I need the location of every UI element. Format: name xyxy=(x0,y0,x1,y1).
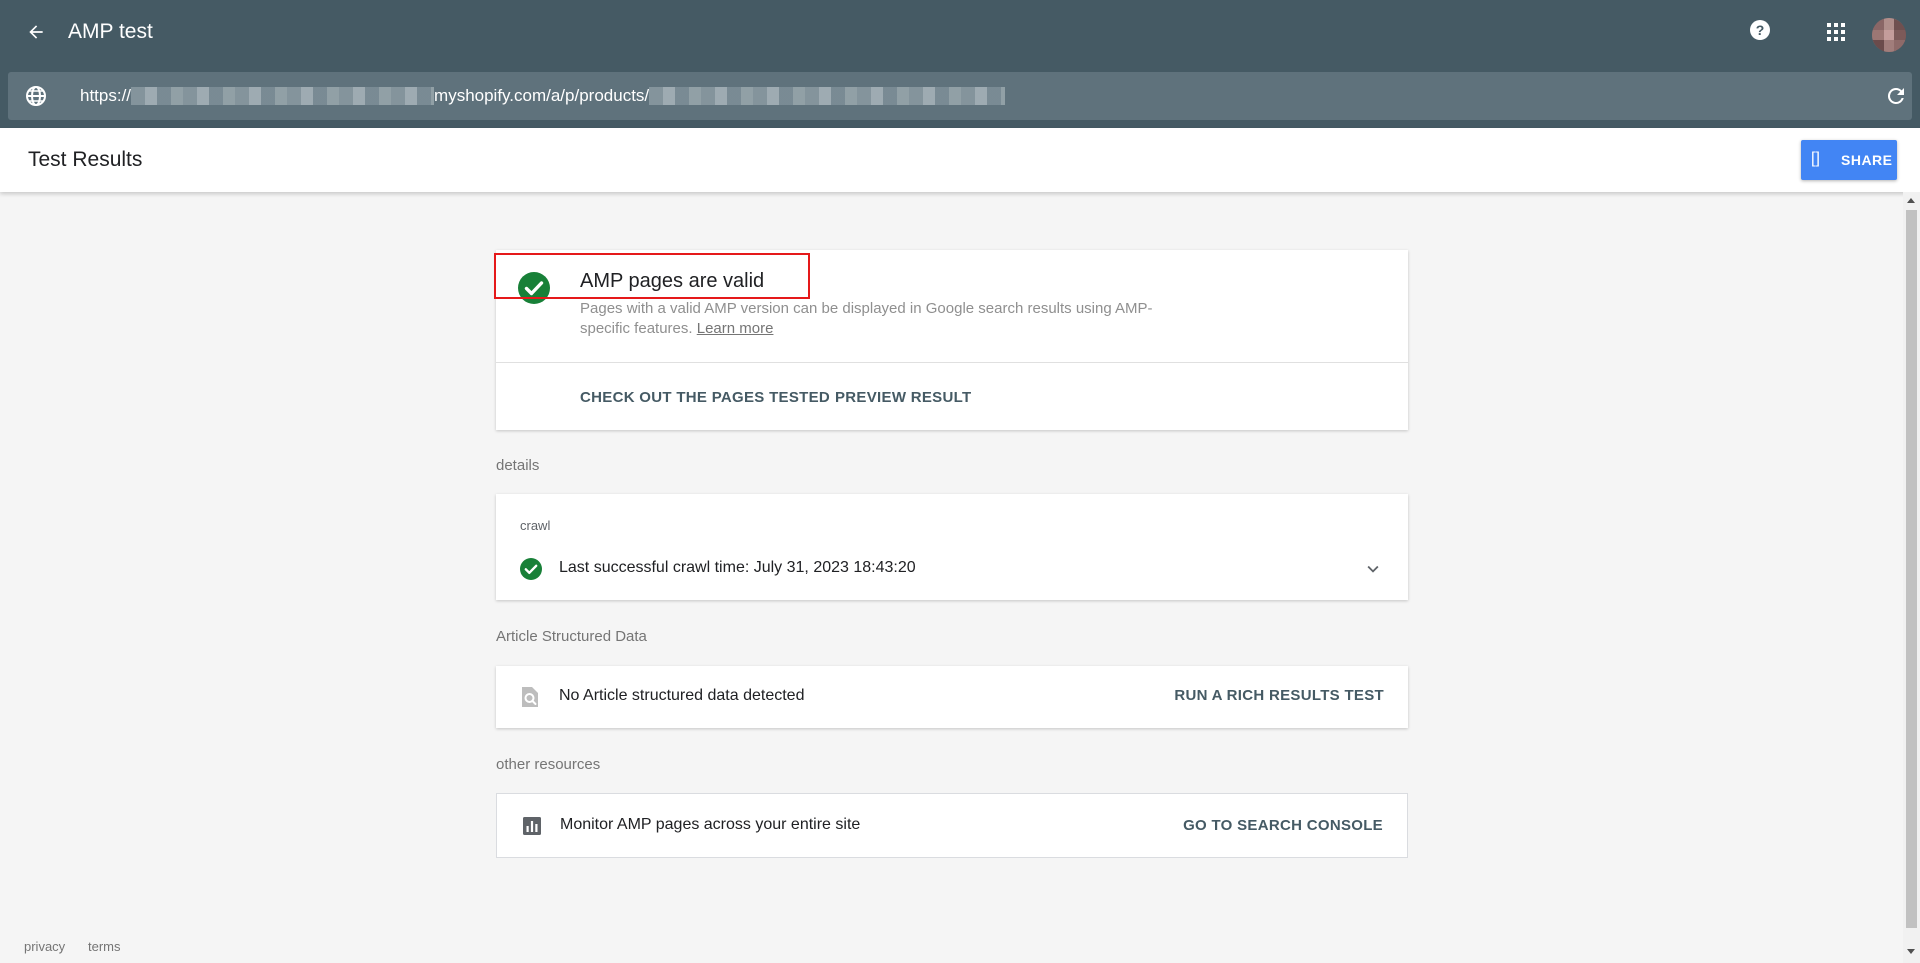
globe-icon xyxy=(26,86,46,106)
privacy-link[interactable]: privacy xyxy=(24,939,65,954)
url-middle: myshopify.com/a/p/products/ xyxy=(434,86,650,105)
verdict-description-text: Pages with a valid AMP version can be di… xyxy=(580,300,1153,337)
redacted-domain xyxy=(131,87,435,105)
scroll-up-arrow[interactable] xyxy=(1907,198,1915,203)
bar-chart-icon xyxy=(523,817,541,835)
resources-card: Monitor AMP pages across your entire sit… xyxy=(496,793,1408,858)
check-circle-icon xyxy=(518,272,550,304)
chevron-down-icon[interactable] xyxy=(1362,558,1384,580)
terms-link[interactable]: terms xyxy=(88,939,121,954)
url-bar[interactable]: https:// myshopify.com/a/p/products/ xyxy=(8,72,1912,120)
refresh-icon xyxy=(1887,87,1904,104)
preview-result-button[interactable]: PREVIEW RESULT xyxy=(835,389,971,406)
svg-text:?: ? xyxy=(1756,22,1765,38)
scroll-thumb[interactable] xyxy=(1906,210,1917,928)
back-button[interactable] xyxy=(20,16,52,48)
other-resources-label: other resources xyxy=(496,756,601,773)
crawl-card[interactable]: crawl Last successful crawl time: July 3… xyxy=(496,494,1408,600)
go-to-search-console-button[interactable]: GO TO SEARCH CONSOLE xyxy=(1183,817,1383,834)
share-button[interactable]: [] SHARE xyxy=(1801,140,1897,180)
url-prefix: https:// xyxy=(80,86,132,105)
article-status-text: No Article structured data detected xyxy=(559,687,805,704)
apps-button[interactable] xyxy=(1822,18,1850,46)
verdict-description: Pages with a valid AMP version can be di… xyxy=(580,299,1180,339)
crawl-time-text: Last successful crawl time: July 31, 202… xyxy=(559,559,916,576)
article-label: Article Structured Data xyxy=(496,628,647,645)
refresh-button[interactable] xyxy=(1884,84,1908,108)
check-pages-tested-button[interactable]: CHECK OUT THE PAGES TESTED xyxy=(580,389,830,406)
article-card: No Article structured data detected RUN … xyxy=(496,666,1408,728)
arrow-back-icon xyxy=(29,25,43,39)
crawl-label: crawl xyxy=(520,518,551,533)
monitor-amp-text: Monitor AMP pages across your entire sit… xyxy=(560,816,861,833)
help-button[interactable]: ? xyxy=(1746,16,1774,44)
app-bar: AMP test ? https:// myshopify.com/a/p/pr… xyxy=(0,0,1920,128)
details-label: details xyxy=(496,457,540,474)
page-title: Test Results xyxy=(28,148,143,171)
verdict-title: AMP pages are valid xyxy=(580,270,765,292)
run-rich-results-test-button[interactable]: RUN A RICH RESULTS TEST xyxy=(1174,687,1384,704)
app-title: AMP test xyxy=(68,20,153,43)
account-avatar[interactable] xyxy=(1872,18,1906,52)
redacted-path xyxy=(649,87,1006,105)
results-header: Test Results [] SHARE xyxy=(0,128,1920,192)
apps-grid-icon xyxy=(1827,23,1845,41)
divider xyxy=(496,362,1408,363)
share-icon: [] xyxy=(1811,150,1820,167)
learn-more-link[interactable]: Learn more xyxy=(697,320,774,337)
help-icon: ? xyxy=(1750,20,1770,40)
scrollbar[interactable] xyxy=(1903,192,1920,963)
check-circle-icon xyxy=(520,558,542,580)
share-label: SHARE xyxy=(1841,152,1893,168)
document-search-icon xyxy=(522,687,538,707)
scroll-down-arrow[interactable] xyxy=(1907,949,1915,954)
verdict-card: AMP pages are valid Pages with a valid A… xyxy=(494,250,1408,430)
url-text[interactable]: https:// myshopify.com/a/p/products/ xyxy=(80,86,1006,106)
